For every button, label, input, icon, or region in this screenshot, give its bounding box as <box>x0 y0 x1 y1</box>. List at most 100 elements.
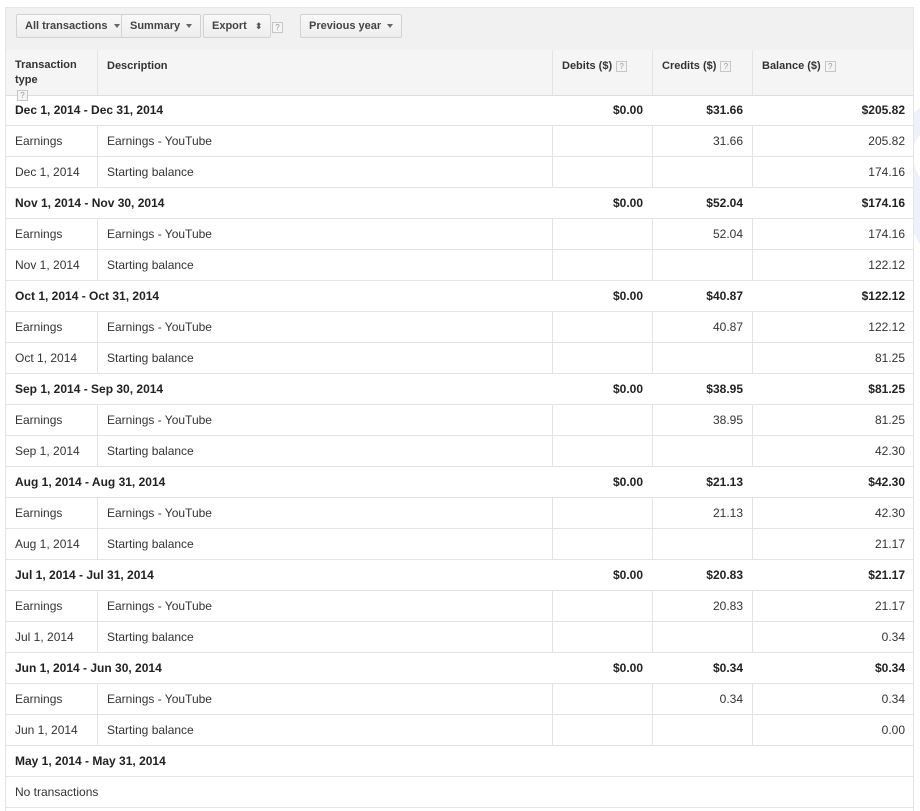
transaction-debit <box>552 250 652 280</box>
column-header-description[interactable]: Description <box>97 50 552 95</box>
transaction-balance: 122.12 <box>752 250 913 280</box>
period-debits: $0.00 <box>612 196 643 210</box>
transaction-balance: 21.17 <box>752 591 913 621</box>
period-balance: $42.30 <box>868 475 905 489</box>
period-summary-row[interactable]: May 1, 2014 - May 31, 2014 <box>6 746 913 777</box>
transactions-filter-label: All transactions <box>25 20 108 32</box>
transaction-type: Aug 1, 2014 <box>15 537 80 551</box>
period-label: Sep 1, 2014 - Sep 30, 2014 <box>15 382 164 396</box>
column-header-debits-label: Debits ($) <box>562 60 613 72</box>
period-summary-row[interactable]: Jul 1, 2014 - Jul 31, 2014 $0.00 $20.83 … <box>6 560 913 591</box>
period-summary-row[interactable]: Jun 1, 2014 - Jun 30, 2014 $0.00 $0.34 $… <box>6 653 913 684</box>
period-label: Jun 1, 2014 - Jun 30, 2014 <box>15 661 162 675</box>
transaction-description: Starting balance <box>97 715 552 745</box>
column-header-type[interactable]: Transaction type? <box>6 50 97 101</box>
period-debits: $0.00 <box>612 661 643 675</box>
transaction-description: Earnings - YouTube <box>97 405 552 435</box>
transaction-description: Earnings - YouTube <box>97 219 552 249</box>
transaction-description: Earnings - YouTube <box>97 591 552 621</box>
view-mode-dropdown[interactable]: Summary <box>121 14 202 38</box>
transaction-credit <box>652 436 752 466</box>
table-row: Earnings Earnings - YouTube 40.87 122.12 <box>6 312 913 343</box>
chevron-down-icon <box>387 24 394 29</box>
transaction-type: Earnings <box>15 599 63 613</box>
column-header-debits[interactable]: Debits ($)? <box>552 50 652 95</box>
transaction-credit <box>652 529 752 559</box>
transaction-type: Jun 1, 2014 <box>15 723 78 737</box>
period-debits: $0.00 <box>612 289 643 303</box>
transaction-credit <box>652 715 752 745</box>
empty-period-row: No transactions <box>6 777 913 808</box>
period-summary-row[interactable]: Nov 1, 2014 - Nov 30, 2014 $0.00 $52.04 … <box>6 188 913 219</box>
period-debits: $0.00 <box>612 382 643 396</box>
period-credits: $0.34 <box>712 661 743 675</box>
transaction-credit: 20.83 <box>652 591 752 621</box>
transaction-balance: 174.16 <box>752 219 913 249</box>
transaction-balance: 81.25 <box>752 343 913 373</box>
transaction-credit: 31.66 <box>652 126 752 156</box>
export-dropdown[interactable]: Export ⬍ <box>203 14 272 38</box>
period-debits: $0.00 <box>612 475 643 489</box>
period-balance: $174.16 <box>861 196 905 210</box>
transaction-credit <box>652 343 752 373</box>
transaction-debit <box>552 529 652 559</box>
period-balance: $81.25 <box>868 382 905 396</box>
transaction-debit <box>552 405 652 435</box>
period-summary-row[interactable]: Oct 1, 2014 - Oct 31, 2014 $0.00 $40.87 … <box>6 281 913 312</box>
period-summary-row[interactable]: Sep 1, 2014 - Sep 30, 2014 $0.00 $38.95 … <box>6 374 913 405</box>
date-range-dropdown[interactable]: Previous year <box>300 14 403 38</box>
transaction-credit: 40.87 <box>652 312 752 342</box>
period-label: Jul 1, 2014 - Jul 31, 2014 <box>15 568 154 582</box>
transaction-balance: 0.00 <box>752 715 913 745</box>
period-credits: $40.87 <box>706 289 743 303</box>
transaction-debit <box>552 715 652 745</box>
transaction-debit <box>552 343 652 373</box>
no-transactions-message: No transactions <box>15 785 99 799</box>
transaction-debit <box>552 126 652 156</box>
period-credits: $20.83 <box>706 568 743 582</box>
table-row: Earnings Earnings - YouTube 20.83 21.17 <box>6 591 913 622</box>
transaction-balance: 174.16 <box>752 157 913 187</box>
toolbar: All transactions Summary Export ⬍ ? Previ… <box>6 8 913 51</box>
transaction-credit: 52.04 <box>652 219 752 249</box>
transaction-type: Earnings <box>15 134 63 148</box>
period-summary-row[interactable]: Aug 1, 2014 - Aug 31, 2014 $0.00 $21.13 … <box>6 467 913 498</box>
chevron-down-icon <box>113 24 120 29</box>
transaction-type: Sep 1, 2014 <box>15 444 80 458</box>
transaction-balance: 0.34 <box>752 622 913 652</box>
transaction-debit <box>552 312 652 342</box>
period-credits: $31.66 <box>706 103 743 117</box>
period-credits: $21.13 <box>706 475 743 489</box>
transaction-description: Starting balance <box>97 343 552 373</box>
period-debits: $0.00 <box>612 103 643 117</box>
transactions-panel: All transactions Summary Export ⬍ ? Previ… <box>5 7 914 811</box>
column-header-description-label: Description <box>107 60 168 72</box>
transaction-credit: 0.34 <box>652 684 752 714</box>
transaction-credit <box>652 622 752 652</box>
table-header: Transaction type? Description Debits ($)… <box>6 50 913 101</box>
transaction-debit <box>552 684 652 714</box>
help-icon[interactable]: ? <box>272 22 283 33</box>
transaction-type: Dec 1, 2014 <box>15 165 80 179</box>
period-credits: $38.95 <box>706 382 743 396</box>
column-header-balance[interactable]: Balance ($)? <box>752 50 913 95</box>
transaction-debit <box>552 622 652 652</box>
transaction-credit <box>652 250 752 280</box>
transaction-balance: 81.25 <box>752 405 913 435</box>
transaction-credit <box>652 157 752 187</box>
table-row: Earnings Earnings - YouTube 21.13 42.30 <box>6 498 913 529</box>
transactions-filter-dropdown[interactable]: All transactions <box>16 14 129 38</box>
period-label: May 1, 2014 - May 31, 2014 <box>15 754 166 768</box>
date-range-label: Previous year <box>309 20 382 32</box>
period-balance: $21.17 <box>868 568 905 582</box>
sort-updown-icon: ⬍ <box>254 21 263 32</box>
help-icon[interactable]: ? <box>824 60 836 72</box>
export-label: Export <box>212 20 247 32</box>
help-icon[interactable]: ? <box>616 60 628 72</box>
transaction-debit <box>552 157 652 187</box>
column-header-type-label: Transaction type <box>15 59 77 86</box>
period-summary-row[interactable]: Dec 1, 2014 - Dec 31, 2014 $0.00 $31.66 … <box>6 95 913 126</box>
help-icon[interactable]: ? <box>720 60 732 72</box>
column-header-credits[interactable]: Credits ($)? <box>652 50 752 95</box>
table-row: Jun 1, 2014 Starting balance 0.00 <box>6 715 913 746</box>
